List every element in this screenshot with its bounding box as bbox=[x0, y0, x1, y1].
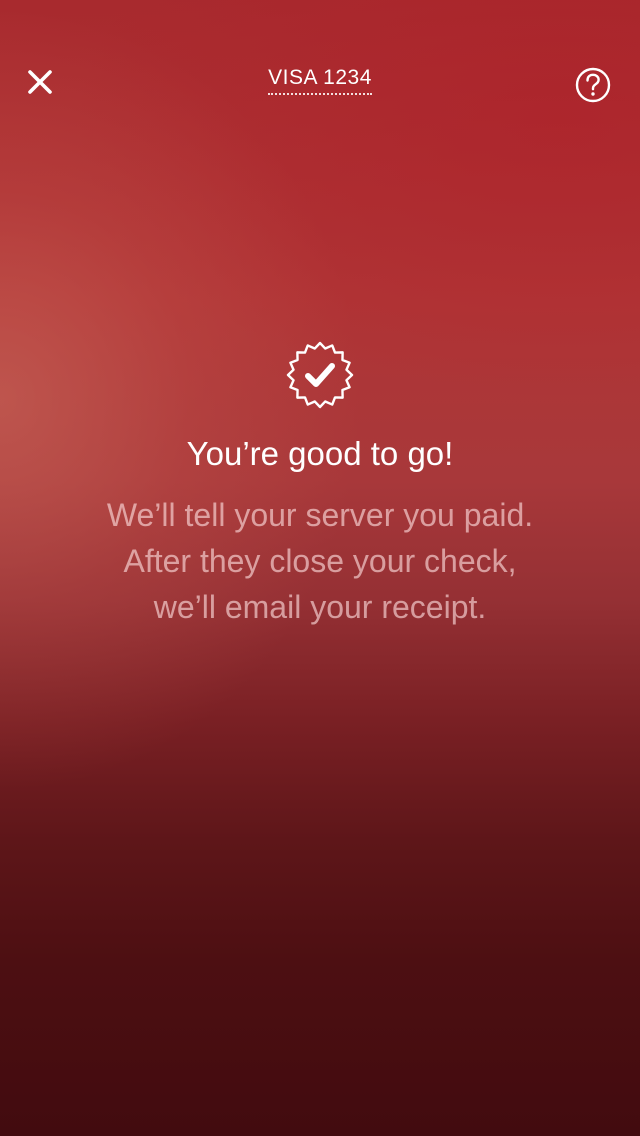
question-mark-circle-icon bbox=[572, 64, 614, 106]
card-selector: VISA 1234 bbox=[0, 66, 640, 95]
confirmation-message: We’ll tell your server you paid. After t… bbox=[0, 492, 640, 630]
message-line: we’ll email your receipt. bbox=[153, 589, 487, 625]
message-line: After they close your check, bbox=[123, 543, 517, 579]
message-line: We’ll tell your server you paid. bbox=[106, 497, 534, 533]
confirmation-panel: You’re good to go! We’ll tell your serve… bbox=[0, 340, 640, 630]
top-bar: VISA 1234 bbox=[0, 0, 640, 160]
card-label-link[interactable]: VISA 1234 bbox=[268, 66, 372, 95]
confirmation-title: You’re good to go! bbox=[186, 435, 454, 472]
help-button[interactable] bbox=[572, 64, 614, 106]
checkmark-badge-icon bbox=[285, 340, 355, 410]
